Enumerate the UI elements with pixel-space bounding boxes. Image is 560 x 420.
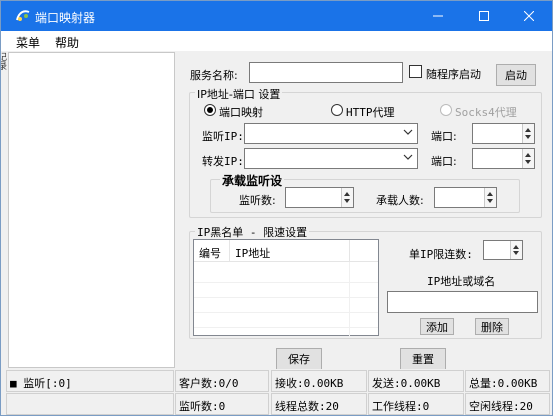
forward-port-label: 端口: bbox=[431, 155, 457, 168]
left-tab-label: 记录 bbox=[1, 52, 6, 70]
close-button[interactable] bbox=[506, 1, 552, 31]
ip-or-domain-input[interactable] bbox=[387, 291, 538, 313]
left-tab-strip[interactable]: 记录 bbox=[1, 52, 8, 368]
status-working-threads: 工作线程:0 bbox=[368, 393, 464, 415]
status-idle-threads: 空闲线程:20 bbox=[465, 393, 550, 415]
status-received: 接收:0.00KB bbox=[271, 370, 367, 392]
main-window: 端口映射器 菜单 帮助 记录 服务名称: 随程序启动 启动 IP地址-端口 设置… bbox=[0, 0, 553, 416]
status-client-count: 客户数:0/0 bbox=[175, 370, 269, 392]
per-ip-limit-spinner[interactable] bbox=[483, 240, 523, 260]
blacklist-group-title: IP黑名单 - 限速设置 bbox=[195, 224, 310, 240]
menu-item-menu[interactable]: 菜单 bbox=[16, 34, 40, 51]
status-empty bbox=[6, 393, 174, 415]
radio-socks4-proxy-label: Socks4代理 bbox=[455, 106, 517, 119]
radio-http-proxy[interactable] bbox=[331, 104, 343, 116]
listen-ip-label: 监听IP: bbox=[202, 130, 244, 143]
service-name-input[interactable] bbox=[249, 62, 403, 83]
spinner-arrows-icon[interactable] bbox=[510, 241, 522, 259]
radio-http-proxy-label: HTTP代理 bbox=[346, 106, 395, 119]
status-total: 总量:0.00KB bbox=[465, 370, 550, 392]
listen-count-spinner[interactable] bbox=[285, 187, 354, 208]
blacklist-table[interactable]: 编号 IP地址 bbox=[193, 239, 379, 336]
radio-socks4-proxy[interactable] bbox=[440, 104, 452, 116]
maximize-button[interactable] bbox=[461, 1, 507, 31]
forward-ip-combo[interactable] bbox=[244, 148, 418, 169]
autostart-label: 随程序启动 bbox=[426, 68, 481, 81]
menu-item-help[interactable]: 帮助 bbox=[55, 34, 79, 51]
maximize-icon bbox=[479, 11, 489, 21]
spinner-arrows-icon[interactable] bbox=[522, 149, 534, 168]
autostart-checkbox[interactable] bbox=[409, 65, 422, 78]
app-icon bbox=[16, 10, 30, 21]
service-name-label: 服务名称: bbox=[190, 69, 238, 82]
status-listen-count: 监听数:0 bbox=[175, 393, 269, 415]
listen-ip-combo[interactable] bbox=[244, 123, 418, 144]
column-header-ip[interactable]: IP地址 bbox=[235, 245, 270, 261]
radio-port-mapping[interactable] bbox=[204, 104, 216, 116]
minimize-icon bbox=[433, 15, 443, 17]
chevron-down-icon bbox=[403, 129, 413, 135]
log-panel[interactable] bbox=[8, 52, 175, 368]
capacity-spinner[interactable] bbox=[434, 187, 497, 208]
config-panel: 服务名称: 随程序启动 启动 IP地址-端口 设置 端口映射 HTTP代理 So… bbox=[176, 52, 552, 370]
minimize-button[interactable] bbox=[415, 1, 461, 31]
add-button[interactable]: 添加 bbox=[420, 318, 454, 335]
status-sent: 发送:0.00KB bbox=[368, 370, 464, 392]
spinner-arrows-icon[interactable] bbox=[484, 188, 496, 207]
blacklist-table-header: 编号 IP地址 bbox=[194, 240, 378, 262]
ip-or-domain-label: IP地址或域名 bbox=[427, 275, 496, 288]
delete-button[interactable]: 删除 bbox=[475, 318, 509, 335]
capacity-label: 承载人数: bbox=[376, 194, 424, 207]
save-button[interactable]: 保存 bbox=[276, 348, 322, 370]
per-ip-limit-label: 单IP限连数: bbox=[409, 248, 473, 261]
listen-port-spinner[interactable] bbox=[472, 123, 535, 144]
listen-count-label: 监听数: bbox=[239, 194, 276, 207]
window-title: 端口映射器 bbox=[35, 11, 96, 25]
start-button[interactable]: 启动 bbox=[496, 64, 536, 86]
forward-ip-label: 转发IP: bbox=[202, 155, 244, 168]
chevron-down-icon bbox=[403, 154, 413, 160]
close-icon bbox=[524, 11, 534, 21]
status-bar: ■ 监听[:0] 客户数:0/0 接收:0.00KB 发送:0.00KB 总量:… bbox=[1, 369, 552, 415]
ip-port-group-title: IP地址-端口 设置 bbox=[195, 86, 283, 102]
status-total-threads: 线程总数:20 bbox=[271, 393, 367, 415]
capacity-group-title: 承载监听设 bbox=[220, 172, 285, 189]
column-header-number[interactable]: 编号 bbox=[199, 245, 221, 261]
radio-port-mapping-label: 端口映射 bbox=[219, 106, 263, 119]
listen-port-label: 端口: bbox=[431, 130, 457, 143]
title-bar[interactable]: 端口映射器 bbox=[1, 1, 552, 31]
spinner-arrows-icon[interactable] bbox=[522, 124, 534, 143]
spinner-arrows-icon[interactable] bbox=[341, 188, 353, 207]
menu-bar: 菜单 帮助 bbox=[1, 31, 552, 51]
status-listen-state: ■ 监听[:0] bbox=[6, 370, 174, 392]
reset-button[interactable]: 重置 bbox=[400, 348, 446, 370]
forward-port-spinner[interactable] bbox=[472, 148, 535, 169]
